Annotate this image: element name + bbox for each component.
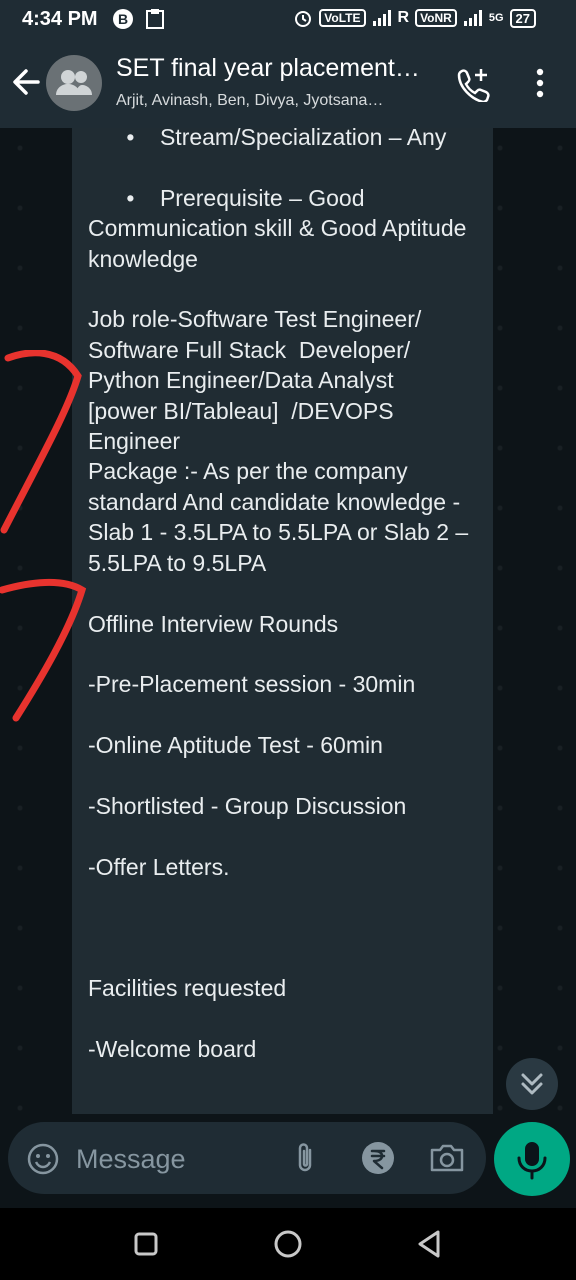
rupee-icon[interactable]: [360, 1140, 396, 1176]
paperclip-icon[interactable]: [290, 1140, 320, 1176]
home-icon[interactable]: [270, 1226, 306, 1262]
call-add-icon[interactable]: [456, 66, 492, 102]
message-input[interactable]: [74, 1138, 278, 1180]
group-icon: [56, 70, 92, 95]
message-composer: [8, 1122, 486, 1194]
chat-area[interactable]: • Stream/Specialization – Any • Prerequi…: [0, 128, 576, 1208]
status-time: 4:34 PM: [22, 8, 98, 30]
battery-level: 27: [509, 8, 536, 28]
mic-icon: [517, 1142, 547, 1180]
message-text: • Stream/Specialization – Any • Prerequi…: [88, 128, 469, 1063]
red-annotation-marks: [0, 350, 87, 722]
roaming-indicator: R: [397, 9, 410, 26]
double-chevron-down-icon: [521, 1073, 543, 1095]
signal-icon: [372, 10, 391, 26]
signal-icon-2: [463, 10, 482, 26]
avatar[interactable]: [46, 55, 102, 111]
recents-icon[interactable]: [128, 1226, 164, 1262]
scroll-down-button[interactable]: [506, 1058, 558, 1110]
alarm-icon: [295, 11, 312, 27]
volte-badge: VoLTE: [319, 9, 366, 27]
chat-participants[interactable]: Arjit, Avinash, Ben, Divya, Jyotsana…: [116, 92, 436, 110]
more-vert-icon[interactable]: [528, 66, 552, 102]
chat-title[interactable]: SET final year placement…: [116, 54, 436, 83]
back-nav-icon[interactable]: [412, 1226, 448, 1262]
svg-text:B: B: [118, 11, 128, 27]
clipboard-icon: [146, 9, 164, 29]
system-nav-bar: [0, 1208, 576, 1280]
emoji-icon[interactable]: [26, 1142, 60, 1176]
message-bubble[interactable]: • Stream/Specialization – Any • Prerequi…: [72, 128, 493, 1114]
chat-header: SET final year placement… Arjit, Avinash…: [0, 40, 576, 128]
mic-button[interactable]: [494, 1122, 570, 1196]
vonr-badge: VoNR: [415, 9, 457, 27]
app-notification-icon: B: [113, 9, 133, 29]
network-type: 5G: [488, 12, 504, 24]
status-bar: 4:34 PM B VoLTE R VoNR 5G 27: [0, 0, 576, 40]
camera-icon[interactable]: [428, 1140, 466, 1176]
arrow-left-icon[interactable]: [8, 62, 46, 102]
